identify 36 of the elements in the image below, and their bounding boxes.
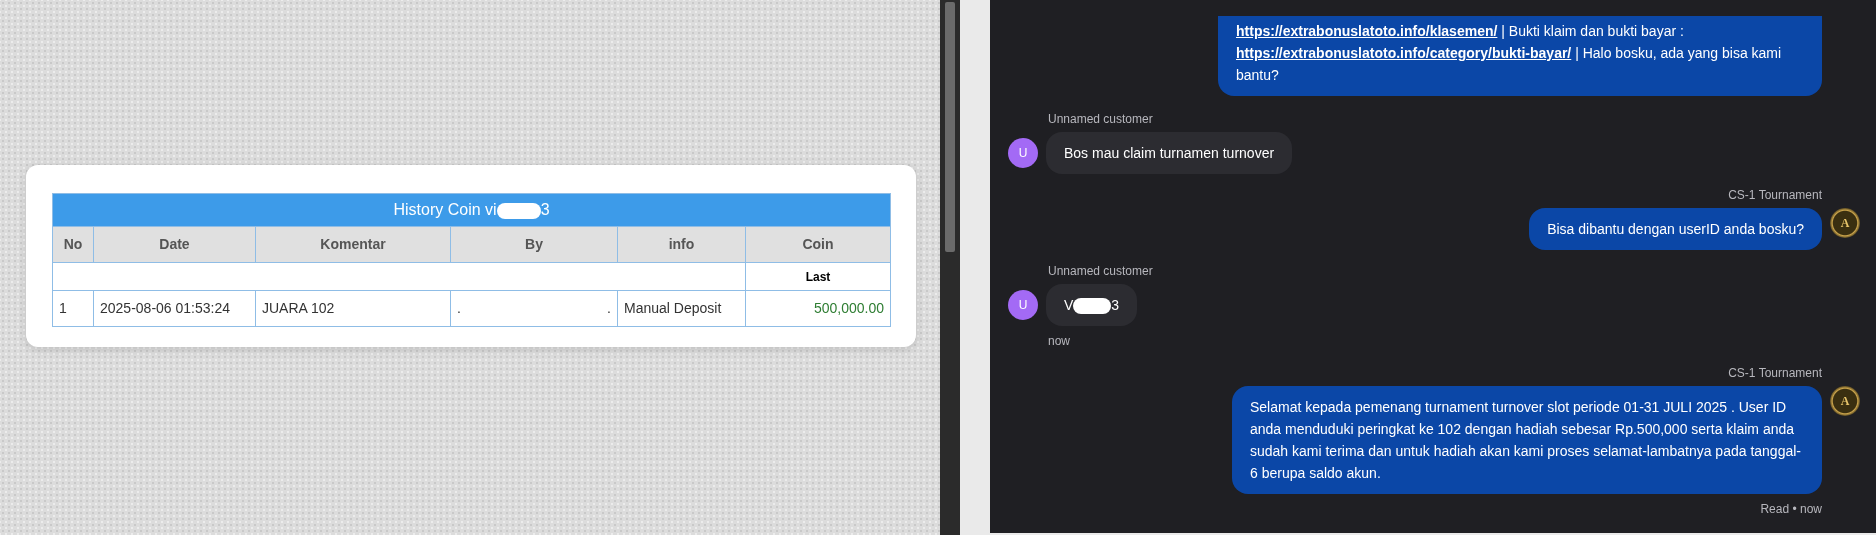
table-title: History Coin vi 3 xyxy=(52,193,891,227)
column-header: Date xyxy=(93,226,256,263)
message-text: Selamat kepada pemenang turnament turnover slot periode 01-31 JULI 2025 . User ID anda menduduki peringkat ke 102 dengan hadiah sebesar Rp.500,000 serta klaim anda sudah kami terima dan untuk hadiah akan kami proses selamat-lambatnya pada tanggal-6 berupa saldo akun. xyxy=(1250,399,1801,481)
avatar: A xyxy=(1830,386,1860,416)
table-cell: 500,000.00 xyxy=(745,290,891,327)
message-text: V xyxy=(1064,297,1074,313)
table-cell: 2025-08-06 01:53:24 xyxy=(93,290,256,327)
column-header: By xyxy=(450,226,618,263)
redaction-mark xyxy=(1073,298,1112,315)
column-header: info xyxy=(617,226,746,263)
redaction-mark xyxy=(496,202,541,219)
column-header: No xyxy=(52,226,94,263)
message-link[interactable]: https://extrabonuslatoto.info/category/bukti-bayar/ xyxy=(1236,45,1572,61)
timestamp: now xyxy=(1048,333,1070,350)
message-link[interactable]: https://extrabonuslatoto.info/klasemen/ xyxy=(1236,23,1498,39)
avatar: U xyxy=(1008,290,1038,320)
sender-name: Unnamed customer xyxy=(1048,263,1153,280)
message-text: Bos mau claim turnamen turnover xyxy=(1064,145,1275,161)
column-header: Coin xyxy=(745,226,891,263)
column-header: Komentar xyxy=(255,226,451,263)
sender-name: CS-1 Tournament xyxy=(1728,187,1822,204)
table-cell: 1 xyxy=(52,290,94,327)
avatar: U xyxy=(1008,138,1038,168)
table-cell: Manual Deposit xyxy=(617,290,746,327)
message-text: Bisa dibantu dengan userID anda bosku? xyxy=(1547,221,1804,237)
sender-name: CS-1 Tournament xyxy=(1728,365,1822,382)
sender-name: Unnamed customer xyxy=(1048,111,1153,128)
message-text: https://extrabonuslatoto.info/klasemen/ | Bukti klaim dan bukti bayar : https://extrabonuslatoto.info/category/bukti-bayar/ | Halo bosku, ada yang bisa kami bantu? xyxy=(1236,23,1782,83)
table-cell: JUARA 102 xyxy=(255,290,451,327)
table-cell-text: . xyxy=(607,299,611,318)
table-cell: Last xyxy=(745,262,891,291)
read-status: Read • now xyxy=(1760,501,1822,518)
message-text: 3 xyxy=(1111,297,1120,313)
table-cell-text: . xyxy=(457,299,461,318)
avatar: A xyxy=(1830,208,1860,238)
scrollbar[interactable] xyxy=(945,2,955,252)
